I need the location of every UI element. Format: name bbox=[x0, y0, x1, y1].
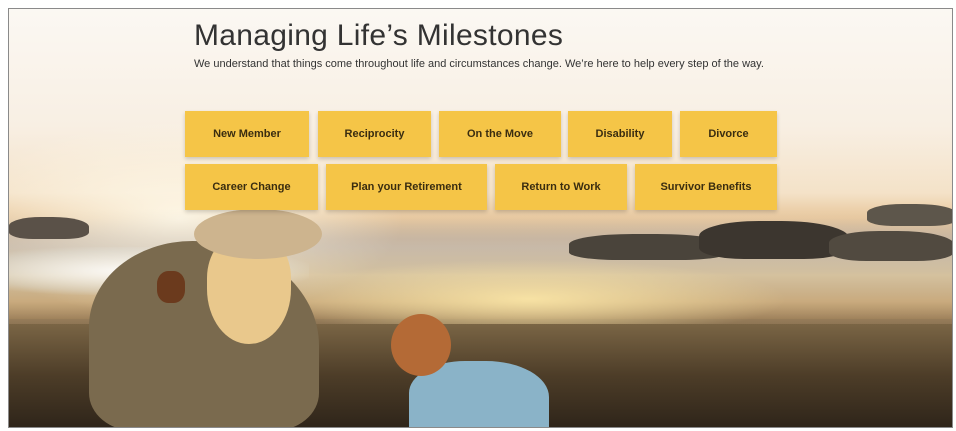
rock bbox=[867, 204, 952, 226]
ranger-hat bbox=[194, 209, 322, 259]
page-subtitle: We understand that things come throughou… bbox=[194, 58, 764, 70]
return-to-work-button[interactable]: Return to Work bbox=[495, 164, 627, 210]
plan-your-retirement-button[interactable]: Plan your Retirement bbox=[326, 164, 487, 210]
divorce-button[interactable]: Divorce bbox=[680, 111, 777, 157]
new-member-button[interactable]: New Member bbox=[185, 111, 309, 157]
milestones-section: Managing Life’s Milestones We understand… bbox=[8, 8, 953, 428]
reciprocity-button[interactable]: Reciprocity bbox=[318, 111, 431, 157]
rock bbox=[699, 221, 849, 259]
page-title: Managing Life’s Milestones bbox=[194, 19, 564, 52]
disability-button[interactable]: Disability bbox=[568, 111, 672, 157]
survivor-benefits-button[interactable]: Survivor Benefits bbox=[635, 164, 777, 210]
ranger-patch bbox=[157, 271, 185, 303]
rock bbox=[9, 217, 89, 239]
on-the-move-button[interactable]: On the Move bbox=[439, 111, 561, 157]
rock bbox=[829, 231, 952, 261]
career-change-button[interactable]: Career Change bbox=[185, 164, 318, 210]
child-head bbox=[391, 314, 451, 376]
